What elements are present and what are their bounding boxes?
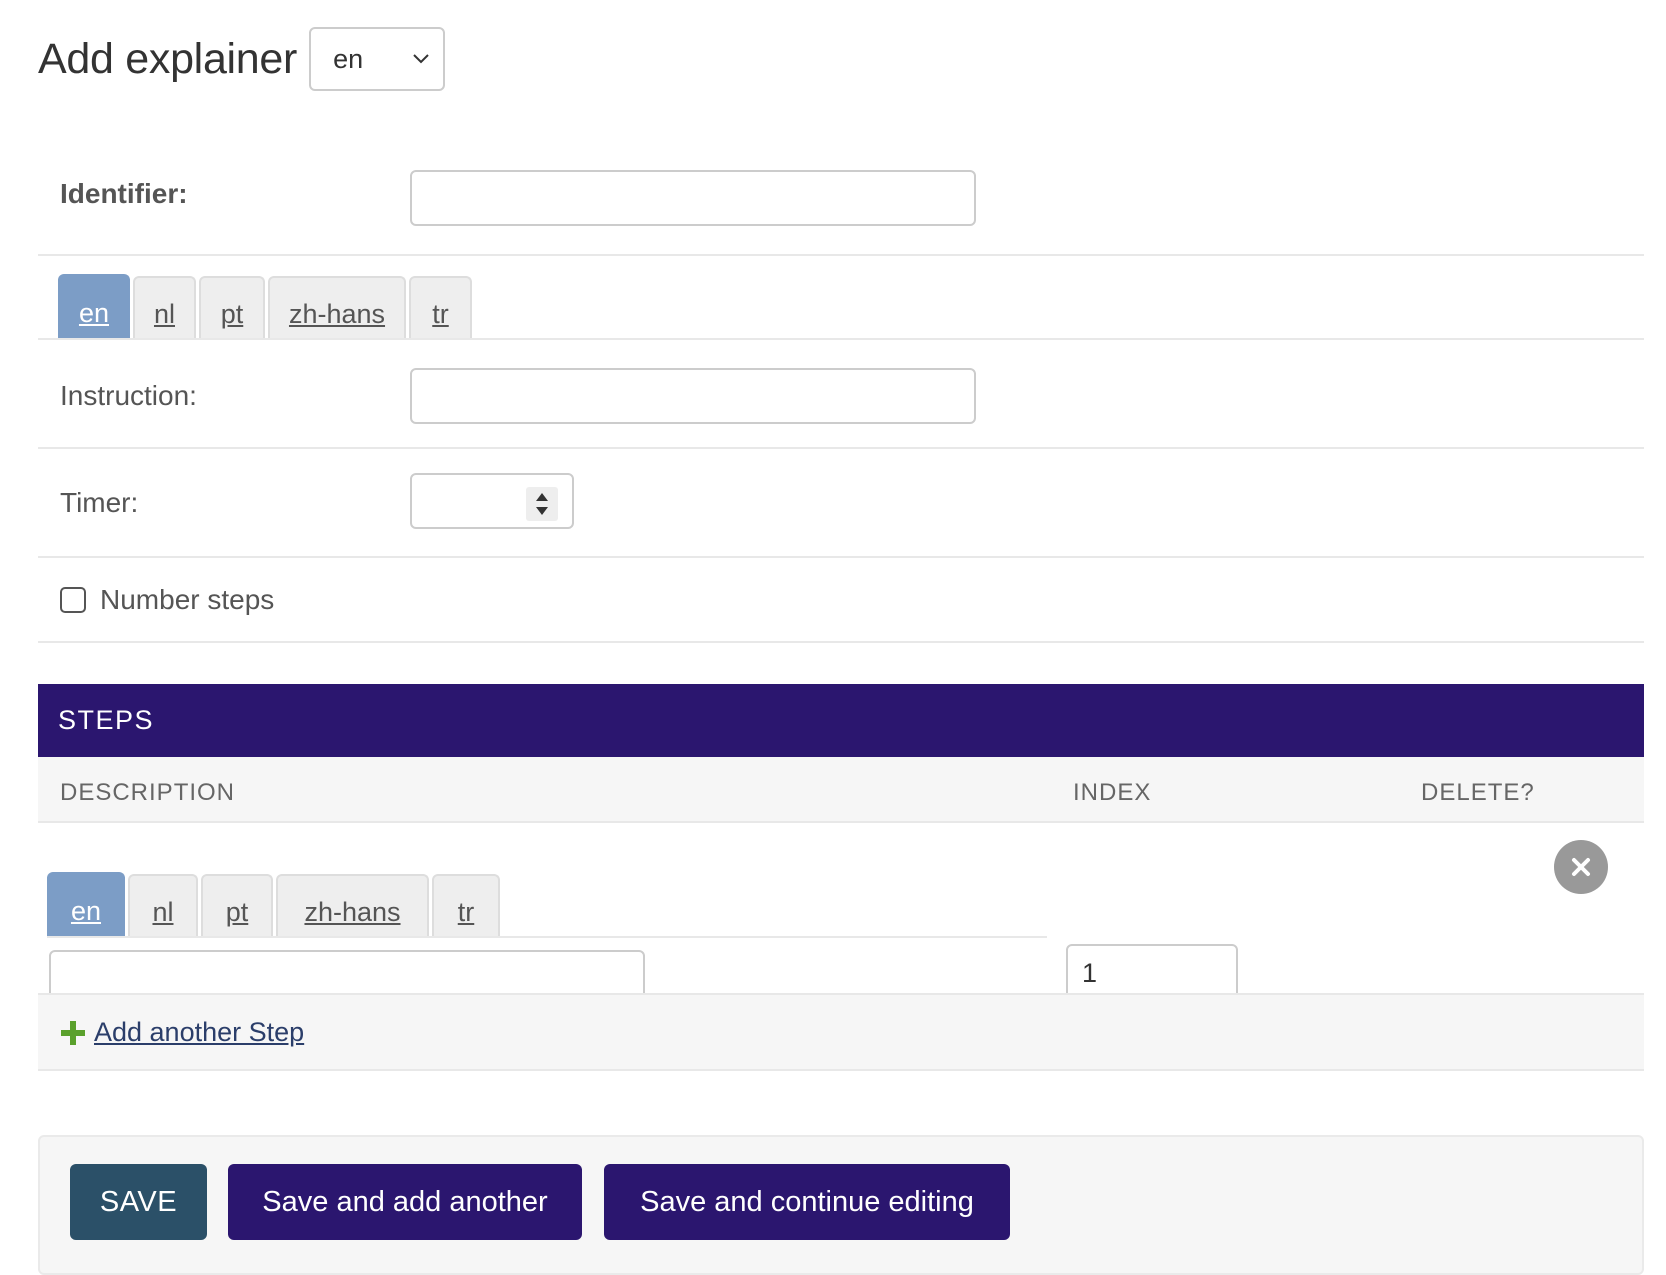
tabs-divider [38,256,1644,340]
step-tab-pt[interactable]: pt [201,874,273,938]
page-title: Add explainer [38,34,298,83]
instruction-row: Instruction: [38,340,1644,449]
language-select-value: en [333,43,364,74]
steps-header: STEPS [38,684,1644,757]
add-step-row: Add another Step [38,993,1644,1071]
identifier-label: Identifier: [60,178,188,209]
step-tabs-divider [47,936,1047,938]
language-select[interactable]: en [309,27,446,91]
save-and-continue-editing-button[interactable]: Save and continue editing [604,1164,1010,1240]
steps-column-headers: DESCRIPTION INDEX DELETE? [38,757,1644,823]
number-steps-row: Number steps [38,558,1644,643]
step-language-tabs: en nl pt zh-hans tr [47,872,503,938]
instruction-label: Instruction: [60,380,197,411]
plus-icon [61,1021,85,1045]
instruction-input[interactable] [410,368,976,424]
submit-row: SAVE Save and add another Save and conti… [38,1135,1644,1275]
number-steps-label: Number steps [100,584,275,615]
description-column-header: DESCRIPTION [60,779,236,806]
timer-input[interactable] [410,473,574,529]
spinner-arrows-icon[interactable] [526,487,558,521]
save-and-add-another-button[interactable]: Save and add another [228,1164,582,1240]
add-another-step-link[interactable]: Add another Step [94,1017,304,1048]
number-steps-checkbox[interactable] [60,587,86,613]
save-button[interactable]: SAVE [70,1164,207,1240]
step-tab-nl[interactable]: nl [128,874,198,938]
step-tab-en[interactable]: en [47,872,125,938]
identifier-row: Identifier: [38,140,1644,256]
timer-row: Timer: [38,449,1644,558]
chevron-down-icon [413,54,429,64]
close-icon [1572,858,1590,876]
title-row: Add explainer en [38,26,446,92]
timer-label: Timer: [60,487,139,518]
step-tab-tr[interactable]: tr [432,874,500,938]
delete-column-header: DELETE? [1421,779,1535,806]
identifier-input[interactable] [410,170,976,226]
delete-step-button[interactable] [1554,840,1608,894]
step-tab-zh-hans[interactable]: zh-hans [276,874,429,938]
admin-add-explainer-page: Add explainer en Identifier: en nl pt zh… [0,0,1666,1275]
index-column-header: INDEX [1073,779,1152,806]
